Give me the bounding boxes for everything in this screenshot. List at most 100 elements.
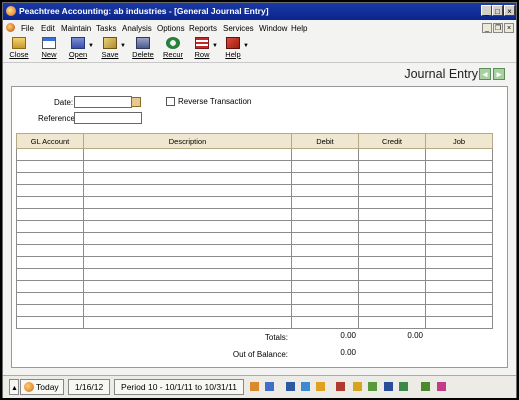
grid-cell-gl-account[interactable]	[16, 184, 84, 197]
grid-cell-description[interactable]	[83, 268, 292, 281]
grid-cell-debit[interactable]	[291, 172, 359, 185]
book-icon[interactable]	[384, 382, 393, 391]
menu-options[interactable]: Options	[157, 24, 185, 33]
grid-cell-job[interactable]	[425, 280, 493, 293]
next-arrow-icon[interactable]: ▸	[493, 68, 505, 80]
grid-cell-gl-account[interactable]	[16, 304, 84, 317]
menu-services[interactable]: Services	[223, 24, 254, 33]
grid-cell-job[interactable]	[425, 160, 493, 173]
previous-arrow-icon[interactable]: ◂	[479, 68, 491, 80]
expand-up-icon[interactable]: ▲	[9, 379, 19, 395]
grid-cell-gl-account[interactable]	[16, 160, 84, 173]
people-icon[interactable]	[316, 382, 325, 391]
grid-cell-debit[interactable]	[291, 280, 359, 293]
grid-cell-credit[interactable]	[358, 292, 426, 305]
delete-button[interactable]: Delete	[130, 35, 156, 61]
minimize-button[interactable]: _	[481, 5, 492, 16]
new-button[interactable]: New	[36, 35, 62, 61]
sparkle-icon[interactable]	[437, 382, 446, 391]
open-button[interactable]: Open ▼	[65, 35, 94, 61]
grid-cell-gl-account[interactable]	[16, 208, 84, 221]
grid-cell-description[interactable]	[83, 172, 292, 185]
help-dropdown-icon[interactable]: ▼	[243, 43, 249, 49]
grid-cell-debit[interactable]	[291, 148, 359, 161]
menu-maintain[interactable]: Maintain	[61, 24, 91, 33]
email-icon[interactable]	[265, 382, 274, 391]
grid-cell-job[interactable]	[425, 268, 493, 281]
menu-edit[interactable]: Edit	[41, 24, 55, 33]
grid-cell-description[interactable]	[83, 280, 292, 293]
menu-tasks[interactable]: Tasks	[96, 24, 116, 33]
menu-window[interactable]: Window	[259, 24, 287, 33]
grid-cell-description[interactable]	[83, 304, 292, 317]
grid-cell-debit[interactable]	[291, 232, 359, 245]
mdi-close-button[interactable]: ×	[504, 23, 514, 33]
grid-cell-job[interactable]	[425, 172, 493, 185]
grid-cell-description[interactable]	[83, 316, 292, 329]
help-button[interactable]: Help ▼	[220, 35, 249, 61]
grid-cell-debit[interactable]	[291, 292, 359, 305]
grid-cell-credit[interactable]	[358, 160, 426, 173]
grid-cell-description[interactable]	[83, 196, 292, 209]
grid-cell-description[interactable]	[83, 220, 292, 233]
save-button[interactable]: Save ▼	[97, 35, 126, 61]
grid-cell-job[interactable]	[425, 148, 493, 161]
mdi-minimize-button[interactable]: _	[482, 23, 492, 33]
grid-cell-description[interactable]	[83, 232, 292, 245]
system-date[interactable]: 1/16/12	[68, 379, 110, 395]
grid-cell-credit[interactable]	[358, 256, 426, 269]
grid-cell-gl-account[interactable]	[16, 148, 84, 161]
recur-button[interactable]: Recur	[160, 35, 186, 61]
grid-cell-gl-account[interactable]	[16, 196, 84, 209]
close-button[interactable]: Close	[6, 35, 32, 61]
grid-cell-gl-account[interactable]	[16, 316, 84, 329]
grid-cell-gl-account[interactable]	[16, 232, 84, 245]
grid-cell-job[interactable]	[425, 208, 493, 221]
grid-cell-job[interactable]	[425, 316, 493, 329]
reference-field[interactable]	[74, 112, 142, 124]
grid-cell-description[interactable]	[83, 256, 292, 269]
document-menu-icon[interactable]	[6, 23, 15, 32]
today-button[interactable]: Today	[20, 379, 64, 395]
grid-cell-debit[interactable]	[291, 160, 359, 173]
grid-cell-description[interactable]	[83, 184, 292, 197]
menu-file[interactable]: File	[21, 24, 34, 33]
mdi-restore-button[interactable]: ❐	[493, 23, 503, 33]
date-field[interactable]	[74, 96, 132, 108]
menu-reports[interactable]: Reports	[189, 24, 217, 33]
maximize-button[interactable]: □	[492, 5, 503, 16]
grid-cell-gl-account[interactable]	[16, 256, 84, 269]
grid-cell-description[interactable]	[83, 148, 292, 161]
grid-cell-gl-account[interactable]	[16, 268, 84, 281]
grid-cell-credit[interactable]	[358, 304, 426, 317]
grid-cell-credit[interactable]	[358, 220, 426, 233]
grid-cell-job[interactable]	[425, 256, 493, 269]
save-dropdown-icon[interactable]: ▼	[120, 43, 126, 49]
calculator-icon[interactable]	[286, 382, 295, 391]
reports-icon[interactable]	[301, 382, 310, 391]
column-header-gl-account[interactable]: GL Account	[16, 133, 84, 149]
grid-cell-credit[interactable]	[358, 232, 426, 245]
grid-cell-debit[interactable]	[291, 304, 359, 317]
grid-cell-gl-account[interactable]	[16, 220, 84, 233]
grid-cell-job[interactable]	[425, 232, 493, 245]
grid-cell-credit[interactable]	[358, 244, 426, 257]
grid-cell-credit[interactable]	[358, 148, 426, 161]
scales-icon[interactable]	[336, 382, 345, 391]
grid-cell-debit[interactable]	[291, 196, 359, 209]
grid-cell-job[interactable]	[425, 184, 493, 197]
grid-cell-credit[interactable]	[358, 184, 426, 197]
menu-analysis[interactable]: Analysis	[122, 24, 152, 33]
bar-icon[interactable]	[421, 382, 430, 391]
accounting-period[interactable]: Period 10 - 10/1/11 to 10/31/11	[114, 379, 244, 395]
reverse-transaction-label[interactable]: Reverse Transaction	[178, 97, 251, 106]
row-dropdown-icon[interactable]: ▼	[212, 43, 218, 49]
grid-cell-job[interactable]	[425, 196, 493, 209]
grid-cell-gl-account[interactable]	[16, 292, 84, 305]
grid-cell-job[interactable]	[425, 304, 493, 317]
grid-cell-description[interactable]	[83, 292, 292, 305]
grid-cell-debit[interactable]	[291, 220, 359, 233]
grid-cell-gl-account[interactable]	[16, 244, 84, 257]
grid-cell-debit[interactable]	[291, 316, 359, 329]
grid-cell-debit[interactable]	[291, 268, 359, 281]
